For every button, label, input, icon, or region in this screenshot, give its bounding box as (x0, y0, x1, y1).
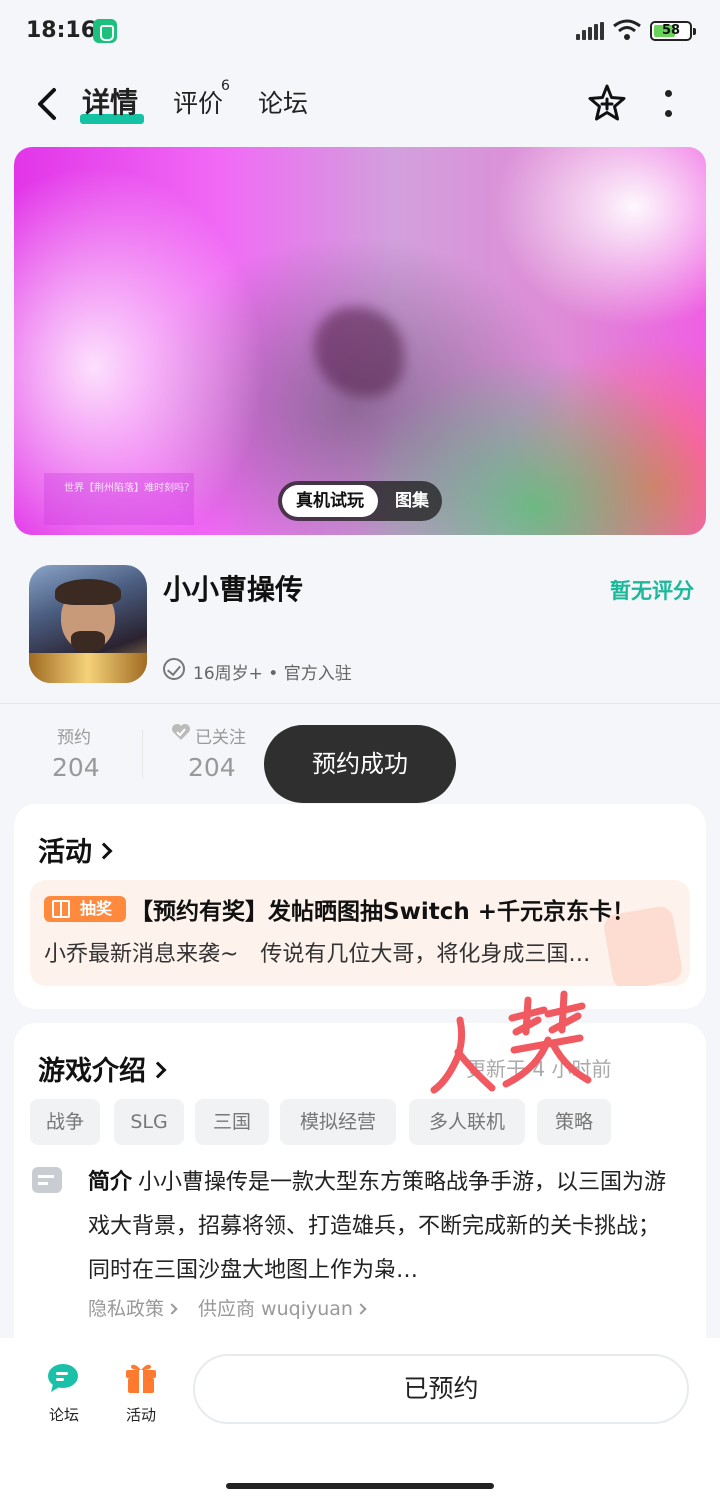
battery-icon: 58 (650, 21, 696, 41)
banner-figure (314, 307, 404, 397)
signal-icon (576, 22, 604, 40)
favorite-star-icon[interactable] (586, 82, 628, 124)
stat-divider (142, 730, 143, 778)
intro-label: 简介 (88, 1170, 133, 1195)
activity-nav-button[interactable]: 活动 (111, 1356, 171, 1426)
app-notification-icon (93, 19, 117, 43)
intro-title-text: 游戏介绍 (38, 1056, 146, 1087)
tab-details[interactable]: 详情 (82, 81, 138, 121)
tag-item[interactable]: 三国 (195, 1099, 269, 1145)
lottery-badge: 抽奖 (44, 896, 126, 922)
activity-title-text: 活动 (38, 837, 92, 868)
media-option-gallery[interactable]: 图集 (386, 485, 438, 517)
reserved-button[interactable]: 已预约 (193, 1354, 689, 1424)
tag-item[interactable]: 战争 (30, 1099, 100, 1145)
tag-list: 战争 SLG 三国 模拟经营 多人联机 策略 (30, 1099, 690, 1147)
wifi-icon (613, 19, 641, 40)
activity-headline: 【预约有奖】发帖晒图抽Switch +千元京东卡！ (130, 899, 635, 925)
supplier-link[interactable]: 供应商 wuqiyuan (198, 1298, 353, 1320)
tag-item[interactable]: SLG (114, 1099, 184, 1145)
toast-message: 预约成功 (264, 725, 456, 803)
gift-icon (126, 1364, 156, 1393)
forum-chat-icon (48, 1364, 78, 1392)
back-icon[interactable] (30, 84, 64, 124)
divider (0, 703, 720, 704)
status-bar: 18:16 58 (0, 0, 720, 62)
tab-details-label: 详情 (82, 86, 139, 119)
tag-item[interactable]: 策略 (537, 1099, 611, 1145)
stat-reservations-label: 预约 (57, 728, 91, 748)
chevron-right-icon (166, 1303, 178, 1315)
home-indicator[interactable] (226, 1483, 494, 1489)
intro-summary[interactable]: 简介 小小曹操传是一款大型东方策略战争手游，以三国为游戏大背景，招募将领、打造雄兵… (88, 1161, 678, 1293)
rating-label: 暂无评分 (610, 579, 694, 603)
tab-forum[interactable]: 论坛 (258, 84, 308, 120)
tab-reviews[interactable]: 评价 (173, 84, 223, 120)
gift-icon (52, 900, 70, 918)
heart-check-icon (172, 724, 190, 740)
tag-item[interactable]: 多人联机 (409, 1099, 525, 1145)
game-meta: 16周岁+ • 官方入驻 (193, 664, 352, 684)
stat-followers-value: 204 (188, 753, 236, 782)
game-title: 小小曹操传 (163, 573, 304, 606)
lottery-badge-label: 抽奖 (80, 899, 113, 918)
activity-card: 活动 抽奖 【预约有奖】发帖晒图抽Switch +千元京东卡！ 小乔最新消息来袭… (14, 804, 706, 1009)
document-icon (32, 1167, 62, 1193)
forum-nav-button[interactable]: 论坛 (34, 1356, 94, 1426)
chevron-right-icon (149, 1061, 167, 1079)
status-time: 18:16 (26, 18, 97, 43)
banner-caption: 世界【荆州陷落】难时刻吗？ (64, 483, 194, 494)
privacy-policy-link[interactable]: 隐私政策 (88, 1298, 164, 1320)
intro-links: 隐私政策 供应商 wuqiyuan (88, 1294, 367, 1321)
activity-item[interactable]: 抽奖 【预约有奖】发帖晒图抽Switch +千元京东卡！ 小乔最新消息来袭~ 传… (30, 880, 690, 986)
stat-reservations-value: 204 (52, 753, 100, 782)
chevron-right-icon (95, 842, 113, 860)
reviews-count: 6 (221, 78, 230, 94)
activity-nav-label: 活动 (125, 1406, 156, 1424)
tag-item[interactable]: 模拟经营 (280, 1099, 396, 1145)
game-icon (29, 565, 147, 683)
game-intro-card: 游戏介绍 更新于 4 小时前 战争 SLG 三国 模拟经营 多人联机 策略 简介… (14, 1023, 706, 1363)
activity-section-title[interactable]: 活动 (38, 830, 113, 869)
media-option-live-play[interactable]: 真机试玩 (282, 485, 378, 517)
verified-check-icon (163, 658, 185, 680)
bottom-action-bar: 论坛 活动 已预约 (0, 1338, 720, 1499)
more-options-icon[interactable] (660, 88, 678, 122)
activity-description: 小乔最新消息来袭~ 传说有几位大哥，将化身成三国… (44, 942, 591, 967)
stat-followers-label: 已关注 (195, 728, 246, 748)
media-banner[interactable]: 世界【荆州陷落】难时刻吗？ (14, 147, 706, 535)
forum-nav-label: 论坛 (48, 1406, 79, 1424)
top-nav: 详情 评价 6 论坛 (0, 62, 720, 142)
handwriting-overlay (430, 990, 592, 1094)
media-switch: 真机试玩 图集 (278, 481, 442, 521)
chevron-right-icon (355, 1303, 367, 1315)
intro-section-title[interactable]: 游戏介绍 (38, 1049, 167, 1088)
intro-text: 小小曹操传是一款大型东方策略战争手游，以三国为游戏大背景，招募将领、打造雄兵，不… (88, 1170, 667, 1283)
battery-percent: 58 (661, 23, 681, 38)
